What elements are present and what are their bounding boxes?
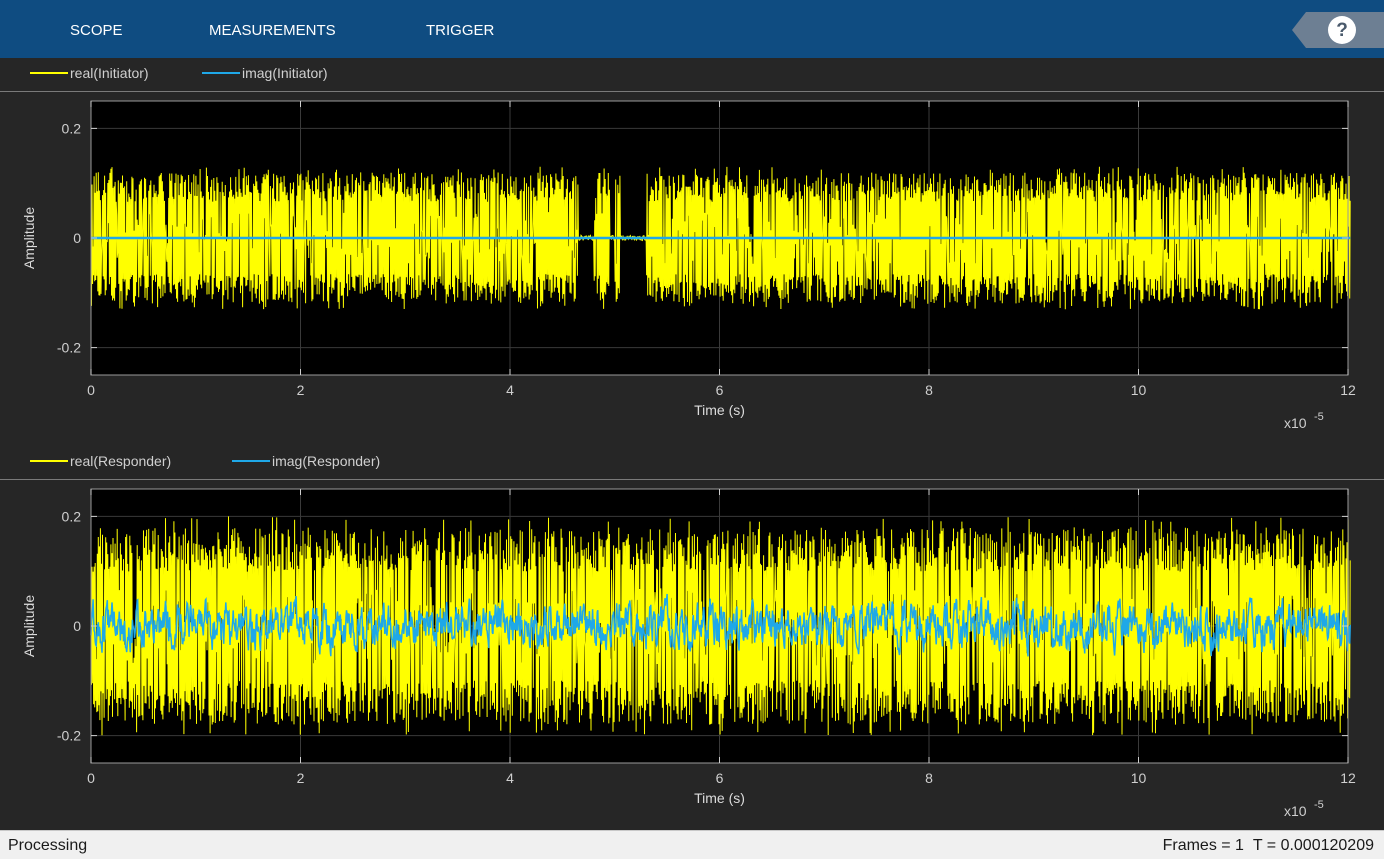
tab-measurements[interactable]: MEASUREMENTS	[209, 0, 336, 58]
help-button[interactable]: ?	[1292, 12, 1384, 48]
x-tick-label: 6	[716, 770, 724, 786]
x-tick-label: 8	[925, 770, 933, 786]
legend-label-real-responder: real(Responder)	[70, 453, 172, 469]
legend-label-imag-responder: imag(Responder)	[272, 453, 381, 469]
x-tick-label: 12	[1340, 382, 1356, 398]
legend-item-real-initiator[interactable]: real(Initiator)	[30, 65, 149, 81]
legend-line-real	[30, 72, 68, 74]
legend-line-imag	[232, 460, 270, 462]
tab-scope[interactable]: SCOPE	[70, 0, 123, 58]
legend-label-real-initiator: real(Initiator)	[70, 65, 149, 81]
x-exponent-label: x10	[1284, 415, 1307, 431]
x-tick-label: 8	[925, 382, 933, 398]
x-tick-label: 10	[1131, 770, 1147, 786]
y-tick-label: -0.2	[57, 728, 81, 744]
status-bar: Processing Frames = 1 T = 0.000120209	[0, 830, 1384, 859]
y-axis-label: Amplitude	[21, 207, 37, 269]
legend-label-imag-initiator: imag(Initiator)	[242, 65, 328, 81]
status-readout: Frames = 1 T = 0.000120209	[1163, 837, 1374, 855]
plot-panel-initiator: 0.2 0 -0.2 0 2 4 6 8 10 12 Time (s) Amplitude x10 -5	[8, 93, 1378, 445]
x-tick-label: 12	[1340, 770, 1356, 786]
frames-readout: Frames = 1	[1162, 837, 1244, 854]
x-tick-label: 10	[1131, 382, 1147, 398]
question-mark-icon: ?	[1328, 16, 1356, 44]
y-tick-label: 0.2	[62, 508, 82, 524]
status-text: Processing	[8, 837, 88, 854]
x-axis-label: Time (s)	[694, 402, 745, 418]
x-exponent-power: -5	[1314, 799, 1324, 811]
y-tick-label: 0.2	[62, 120, 82, 136]
x-tick-label: 0	[87, 382, 95, 398]
y-axis-label: Amplitude	[21, 595, 37, 657]
x-exponent-power: -5	[1314, 411, 1324, 423]
legend-item-imag-initiator[interactable]: imag(Initiator)	[202, 65, 328, 81]
legend-item-real-responder[interactable]: real(Responder)	[30, 453, 171, 469]
responder-plot[interactable]: 0.2 0 -0.2 0 2 4 6 8 10 12 Time (s) Amplitude x10 -5	[8, 481, 1378, 830]
toolbar: SCOPE MEASUREMENTS TRIGGER ?	[0, 0, 1384, 58]
y-tick-label: -0.2	[57, 340, 81, 356]
legend-line-imag	[202, 72, 240, 74]
legend-line-real	[30, 460, 68, 462]
legend-item-imag-responder[interactable]: imag(Responder)	[232, 453, 380, 469]
x-tick-label: 0	[87, 770, 95, 786]
x-exponent-label: x10	[1284, 803, 1307, 819]
initiator-plot[interactable]: 0.2 0 -0.2 0 2 4 6 8 10 12 Time (s) Amplitude x10 -5	[8, 93, 1378, 445]
y-tick-label: 0	[73, 618, 81, 634]
x-tick-label: 4	[506, 770, 514, 786]
x-tick-label: 6	[716, 382, 724, 398]
legend-initiator: real(Initiator) imag(Initiator)	[0, 58, 1384, 92]
x-tick-label: 2	[297, 382, 305, 398]
plot-panel-responder: 0.2 0 -0.2 0 2 4 6 8 10 12 Time (s) Amplitude x10 -5	[8, 481, 1378, 830]
tab-trigger[interactable]: TRIGGER	[426, 0, 494, 58]
time-readout: T = 0.000120209	[1252, 837, 1374, 854]
x-tick-label: 4	[506, 382, 514, 398]
x-axis-label: Time (s)	[694, 790, 745, 806]
legend-responder: real(Responder) imag(Responder)	[0, 446, 1384, 480]
y-tick-label: 0	[73, 230, 81, 246]
x-tick-label: 2	[297, 770, 305, 786]
